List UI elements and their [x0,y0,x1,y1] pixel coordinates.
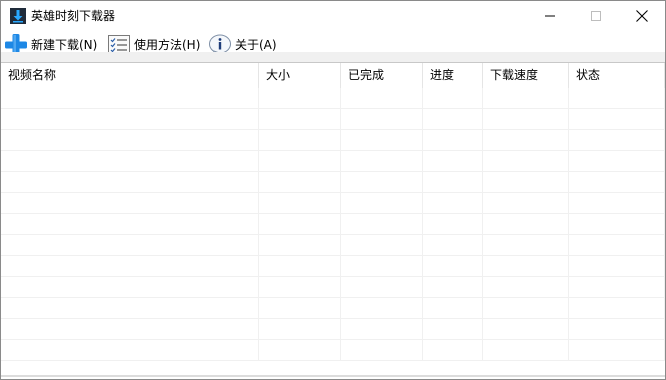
column-header-download-speed[interactable]: 下载速度 [483,63,569,88]
window-title: 英雄时刻下载器 [31,9,116,23]
table-header-row: 视频名称 大小 已完成 进度 下载速度 状态 [1,63,665,88]
column-header-size[interactable]: 大小 [259,63,341,88]
table-row [1,193,665,214]
column-header-status[interactable]: 状态 [569,63,665,88]
app-window: 英雄时刻下载器 新建下载(N) 使用方法(H) 关于(A) 视频名称 大小 已完… [0,0,666,380]
close-icon [636,10,648,22]
toolbar-divider-strip [1,52,665,62]
maximize-button[interactable] [573,1,619,31]
table-row [1,298,665,319]
close-button[interactable] [619,1,665,31]
table-row [1,88,665,109]
table-row [1,277,665,298]
minimize-icon [545,15,555,17]
table-body [1,88,665,361]
column-header-progress[interactable]: 进度 [423,63,483,88]
column-header-completed[interactable]: 已完成 [341,63,423,88]
column-header-video-name[interactable]: 视频名称 [1,63,259,88]
table-row [1,130,665,151]
table-row [1,235,665,256]
table-row [1,319,665,340]
table-row [1,214,665,235]
table-row [1,109,665,130]
window-bottom-edge [1,375,665,377]
table-row [1,172,665,193]
usage-label: 使用方法(H) [134,38,201,52]
maximize-icon [591,11,601,21]
new-download-label: 新建下载(N) [31,38,98,52]
table-row [1,151,665,172]
table-row [1,340,665,361]
title-bar[interactable]: 英雄时刻下载器 [1,1,665,31]
about-label: 关于(A) [235,38,277,52]
minimize-button[interactable] [527,1,573,31]
table-row [1,256,665,277]
download-list-table[interactable]: 视频名称 大小 已完成 进度 下载速度 状态 [1,62,665,378]
download-arrow-icon [10,8,26,24]
